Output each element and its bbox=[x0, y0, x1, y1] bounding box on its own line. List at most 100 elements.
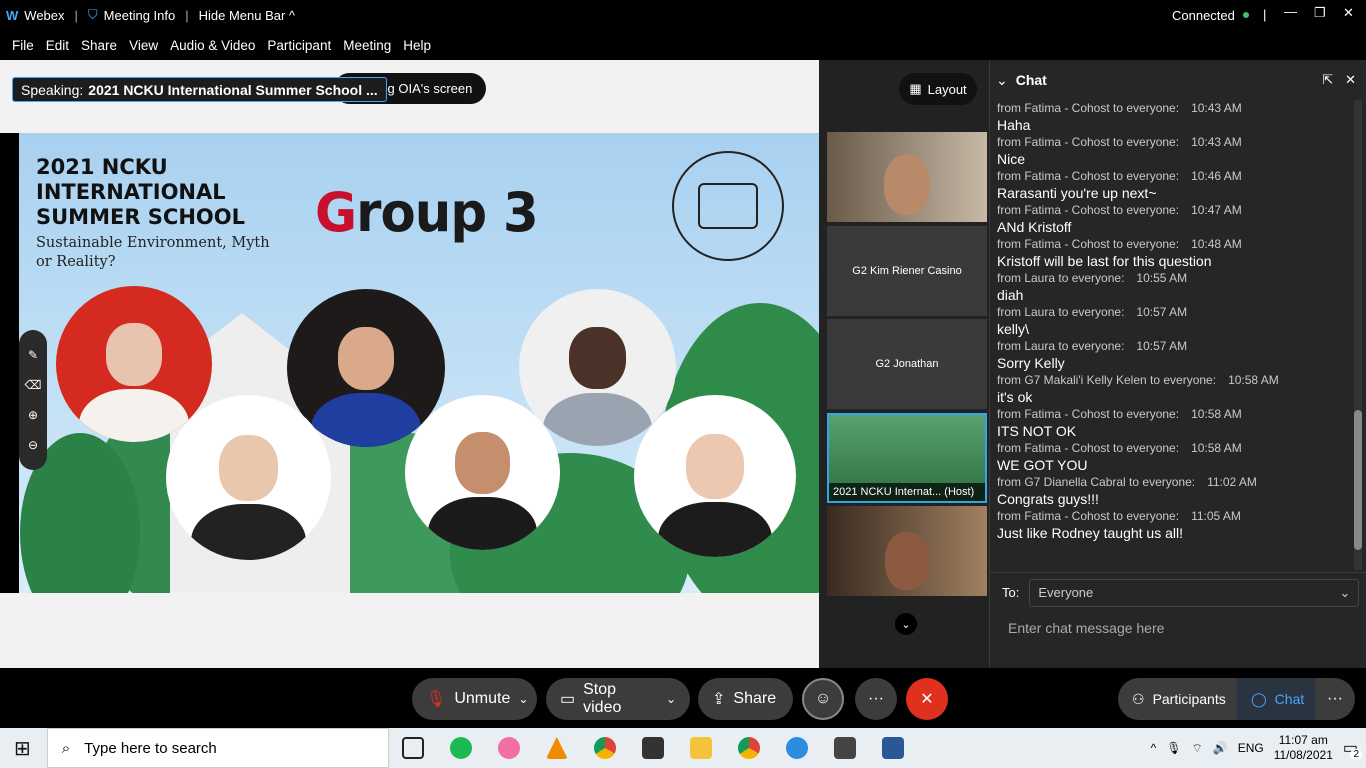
menu-participant[interactable]: Participant bbox=[261, 38, 337, 53]
chat-message-meta: from Laura to everyone: 10:57 AM bbox=[997, 305, 1188, 319]
chat-message-meta: from Fatima - Cohost to everyone: 11:05 A… bbox=[997, 509, 1241, 523]
pen-icon[interactable]: ✎ bbox=[28, 348, 38, 362]
microphone-icon[interactable]: 🎙 bbox=[1166, 741, 1181, 755]
notepad-icon[interactable] bbox=[641, 737, 664, 759]
meeting-info-button[interactable]: ⛉ Meeting Info bbox=[82, 7, 181, 23]
chevron-down-icon: ⌄ bbox=[1339, 584, 1351, 600]
spotify-icon[interactable] bbox=[449, 737, 472, 759]
chat-scrollbar[interactable] bbox=[1354, 100, 1362, 570]
chat-message-text: Rarasanti you're up next~ bbox=[997, 185, 1157, 201]
word-icon[interactable] bbox=[881, 737, 904, 759]
more-options-icon[interactable]: ··· bbox=[855, 678, 897, 720]
volume-icon[interactable]: 🔊 bbox=[1213, 741, 1228, 755]
video-tile-host[interactable]: 2021 NCKU Internat... (Host) bbox=[827, 413, 987, 503]
network-icon[interactable]: ⌔ bbox=[1191, 741, 1202, 756]
member-photo bbox=[405, 395, 560, 550]
taskbar-search[interactable]: ⌕ Type here to search bbox=[46, 728, 389, 768]
recipient-select[interactable]: Everyone ⌄ bbox=[1029, 578, 1360, 607]
app-title: W Webex bbox=[0, 8, 71, 23]
chat-message-meta: from Fatima - Cohost to everyone: 10:43 A… bbox=[997, 135, 1242, 149]
video-tile[interactable]: G2 Jonathan bbox=[827, 319, 987, 409]
video-tile[interactable]: G2 Kim Riener Casino bbox=[827, 226, 987, 316]
chat-message-text: Congrats guys!!! bbox=[997, 491, 1099, 507]
windows-start-icon[interactable]: ⊞ bbox=[14, 736, 31, 761]
title-bar: W Webex | ⛉ Meeting Info | Hide Menu Bar… bbox=[0, 0, 1366, 30]
chat-message-meta: from Fatima - Cohost to everyone: 10:58 A… bbox=[997, 407, 1242, 421]
participants-button[interactable]: ⚇ Participants bbox=[1118, 678, 1240, 720]
app-name: Webex bbox=[24, 7, 65, 23]
task-view-icon[interactable] bbox=[401, 737, 424, 759]
chrome-icon[interactable] bbox=[737, 737, 760, 759]
system-tray: ^ 🎙 ⌔ 🔊 ENG 11:07 am 11/08/2021 ▭ 2 bbox=[1151, 728, 1366, 768]
menu-audio-video[interactable]: Audio & Video bbox=[164, 38, 261, 53]
chat-message-meta: from Laura to everyone: 10:57 AM bbox=[997, 339, 1188, 353]
chevron-down-icon[interactable]: ⌄ bbox=[666, 692, 676, 706]
scroll-down-icon[interactable]: ⌄ bbox=[895, 613, 917, 635]
annotation-toolbar: ✎ ⌫ ⊕ ⊖ bbox=[19, 330, 47, 470]
windows-taskbar: ⊞ ⌕ Type here to search ^ 🎙 ⌔ 🔊 ENG 11:0… bbox=[0, 728, 1366, 768]
chat-message-text: Kristoff will be last for this question bbox=[997, 253, 1212, 269]
menu-help[interactable]: Help bbox=[397, 38, 437, 53]
search-icon: ⌕ bbox=[61, 739, 71, 757]
chat-message-meta: from Laura to everyone: 10:55 AM bbox=[997, 271, 1188, 285]
chat-title: Chat bbox=[1015, 72, 1047, 88]
layout-button[interactable]: ▦ Layout bbox=[899, 73, 977, 105]
zoom-in-icon[interactable]: ⊕ bbox=[28, 408, 38, 422]
chat-message-text: Sorry Kelly bbox=[997, 355, 1065, 371]
menu-file[interactable]: File bbox=[6, 38, 40, 53]
menu-view[interactable]: View bbox=[123, 38, 164, 53]
speaking-indicator: Speaking: 2021 NCKU International Summer… bbox=[12, 77, 387, 102]
chat-input[interactable]: Enter chat message here bbox=[996, 615, 1361, 645]
chat-message-meta: from Fatima - Cohost to everyone: 10:48 A… bbox=[997, 237, 1242, 251]
menu-meeting[interactable]: Meeting bbox=[337, 38, 397, 53]
chat-message-meta: from Fatima - Cohost to everyone: 10:47 A… bbox=[997, 203, 1242, 217]
chat-button[interactable]: ◯ Chat bbox=[1237, 678, 1315, 720]
maximize-icon[interactable]: ❐ bbox=[1314, 5, 1326, 21]
chat-message-text: it's ok bbox=[997, 389, 1033, 405]
webex-logo-icon: W bbox=[6, 7, 19, 23]
camera-app-icon[interactable] bbox=[833, 737, 856, 759]
chevron-down-icon[interactable]: ⌄ bbox=[518, 692, 528, 706]
webex-icon[interactable] bbox=[785, 737, 808, 759]
collapse-chevron-icon[interactable]: ⌄ bbox=[996, 72, 1008, 89]
chat-message-text: Nice bbox=[997, 151, 1026, 167]
layout-icon: ▦ bbox=[909, 81, 922, 96]
slide-title: 2021 NCKU INTERNATIONAL SUMMER SCHOOL bbox=[36, 155, 245, 229]
chat-message-text: ANd Kristoff bbox=[997, 219, 1072, 235]
itunes-icon[interactable] bbox=[497, 737, 520, 759]
menu-share[interactable]: Share bbox=[75, 38, 123, 53]
close-chat-icon[interactable]: ✕ bbox=[1345, 72, 1356, 88]
more-panels-icon[interactable]: ··· bbox=[1315, 678, 1355, 720]
file-explorer-icon[interactable] bbox=[689, 737, 712, 759]
eraser-icon[interactable]: ⌫ bbox=[25, 378, 42, 392]
popout-icon[interactable]: ⇱ bbox=[1322, 72, 1333, 88]
chevron-up-icon[interactable]: ^ bbox=[1151, 741, 1157, 755]
chat-message-text: ITS NOT OK bbox=[997, 423, 1077, 439]
video-tile[interactable] bbox=[827, 132, 987, 222]
hide-menu-bar-button[interactable]: Hide Menu Bar ^ bbox=[193, 8, 301, 23]
chat-message-text: Haha bbox=[997, 117, 1031, 133]
menu-edit[interactable]: Edit bbox=[40, 38, 75, 53]
group-heading: Group 3 bbox=[315, 181, 539, 244]
unmute-button[interactable]: 🎙 Unmute ⌄ bbox=[412, 678, 537, 720]
pin-icon[interactable]: | bbox=[1263, 7, 1266, 22]
close-window-icon[interactable]: ✕ bbox=[1343, 5, 1354, 21]
video-strip: ▦ Layout G2 Kim Riener Casino G2 Jonatha… bbox=[819, 60, 989, 668]
language-indicator[interactable]: ENG bbox=[1238, 741, 1264, 755]
share-button[interactable]: ⇪ Share bbox=[698, 678, 793, 720]
ncku-seal-logo bbox=[672, 151, 784, 261]
clock[interactable]: 11:07 am 11/08/2021 bbox=[1274, 733, 1333, 763]
shield-icon: ⛉ bbox=[87, 7, 98, 22]
chrome-icon[interactable] bbox=[593, 737, 616, 759]
end-call-button[interactable]: ✕ bbox=[906, 678, 948, 720]
connection-status: Connected bbox=[1172, 7, 1235, 23]
minimize-icon[interactable]: — bbox=[1284, 4, 1297, 19]
video-tile[interactable] bbox=[827, 506, 987, 596]
reactions-icon[interactable]: ☺ bbox=[802, 678, 844, 720]
vlc-icon[interactable] bbox=[545, 737, 568, 759]
zoom-out-icon[interactable]: ⊖ bbox=[28, 438, 38, 452]
slide-subtitle: Sustainable Environment, Myth or Reality… bbox=[36, 235, 270, 270]
member-photo bbox=[634, 395, 796, 557]
notification-icon[interactable]: ▭ 2 bbox=[1343, 738, 1362, 760]
stop-video-button[interactable]: ▭ Stop video ⌄ bbox=[546, 678, 690, 720]
